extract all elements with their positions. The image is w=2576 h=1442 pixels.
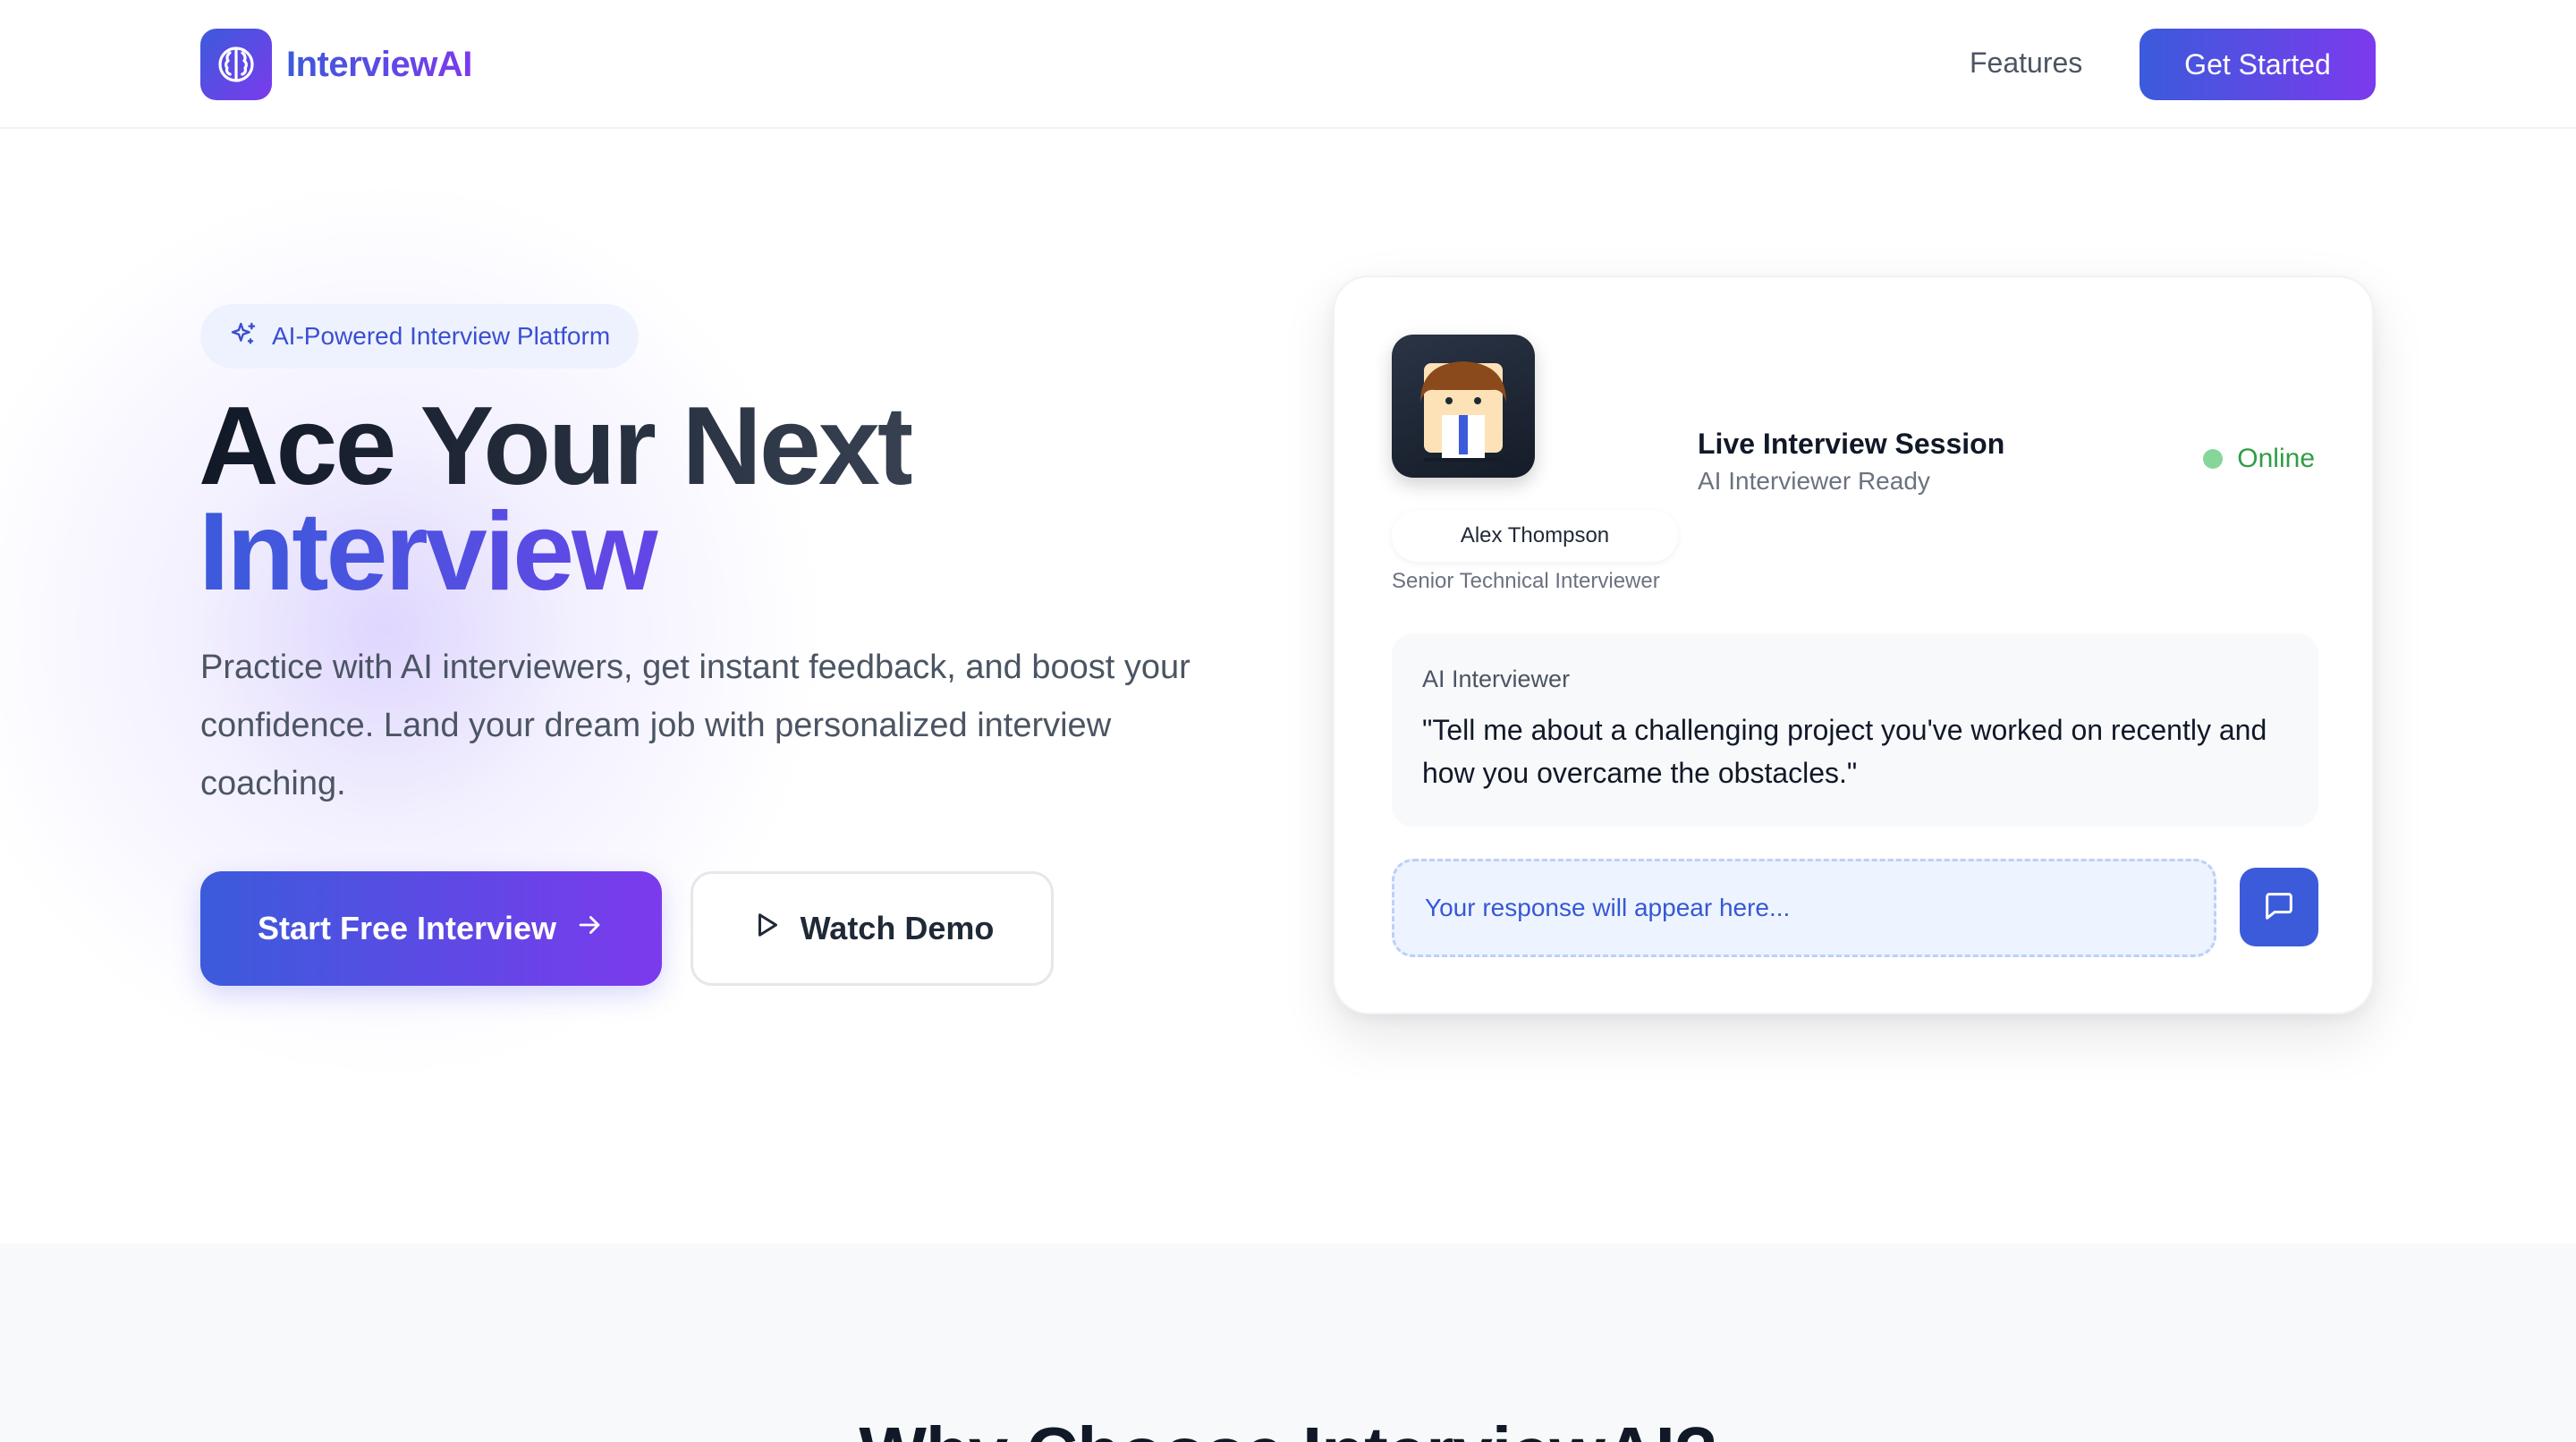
live-interview-card: Alex Thompson Senior Technical Interview…: [1333, 276, 2374, 1014]
hero-title: Ace Your Next Interview: [199, 385, 914, 607]
platform-badge: AI-Powered Interview Platform: [200, 304, 640, 369]
send-response-button[interactable]: [2240, 868, 2318, 946]
hero-title-line2: Interview: [199, 496, 911, 607]
interviewer-message: AI Interviewer "Tell me about a challeng…: [1392, 633, 2318, 827]
hero-title-line1: Ace Your Next: [199, 385, 914, 508]
message-square-icon: [2261, 888, 2297, 927]
interviewer-name-tag: Alex Thompson: [1392, 510, 1678, 562]
top-navbar: InterviewAI Features Get Started: [0, 0, 2576, 129]
get-started-button[interactable]: Get Started: [2140, 29, 2376, 100]
features-section: Why Choose InterviewAI?: [0, 1243, 2576, 1442]
online-dot-icon: [2203, 449, 2224, 469]
brand-logo[interactable]: InterviewAI: [200, 29, 472, 100]
start-free-interview-label: Start Free Interview: [257, 910, 557, 946]
arrow-right-icon: [574, 910, 605, 948]
start-free-interview-button[interactable]: Start Free Interview: [200, 871, 662, 986]
response-input[interactable]: Your response will appear here...: [1392, 859, 2216, 957]
status-indicator: Online: [2203, 444, 2315, 474]
message-sender: AI Interviewer: [1422, 666, 1571, 692]
hero-section: AI-Powered Interview Platform Ace Your N…: [0, 129, 2576, 1243]
session-title: Live Interview Session: [1698, 428, 2005, 460]
message-text: "Tell me about a challenging project you…: [1422, 714, 2267, 789]
watch-demo-label: Watch Demo: [800, 910, 995, 946]
badge-label: AI-Powered Interview Platform: [272, 322, 611, 350]
sparkles-icon: [229, 320, 258, 353]
landing-page: InterviewAI Features Get Started AI-Powe…: [0, 0, 2576, 1442]
status-label: Online: [2237, 444, 2315, 473]
session-subtitle: AI Interviewer Ready: [1698, 467, 1930, 495]
hero-description: Practice with AI interviewers, get insta…: [200, 649, 1191, 802]
features-title: Why Choose InterviewAI?: [0, 1412, 2576, 1442]
brain-icon: [200, 29, 272, 100]
watch-demo-button[interactable]: Watch Demo: [691, 871, 1054, 986]
interviewer-avatar: [1392, 335, 1535, 478]
nav-link-features[interactable]: Features: [1970, 47, 2082, 80]
brand-name: InterviewAI: [286, 44, 472, 84]
interviewer-role: Senior Technical Interviewer: [1392, 569, 1660, 593]
play-icon: [750, 909, 783, 949]
interviewer-name: Alex Thompson: [1460, 523, 1610, 547]
